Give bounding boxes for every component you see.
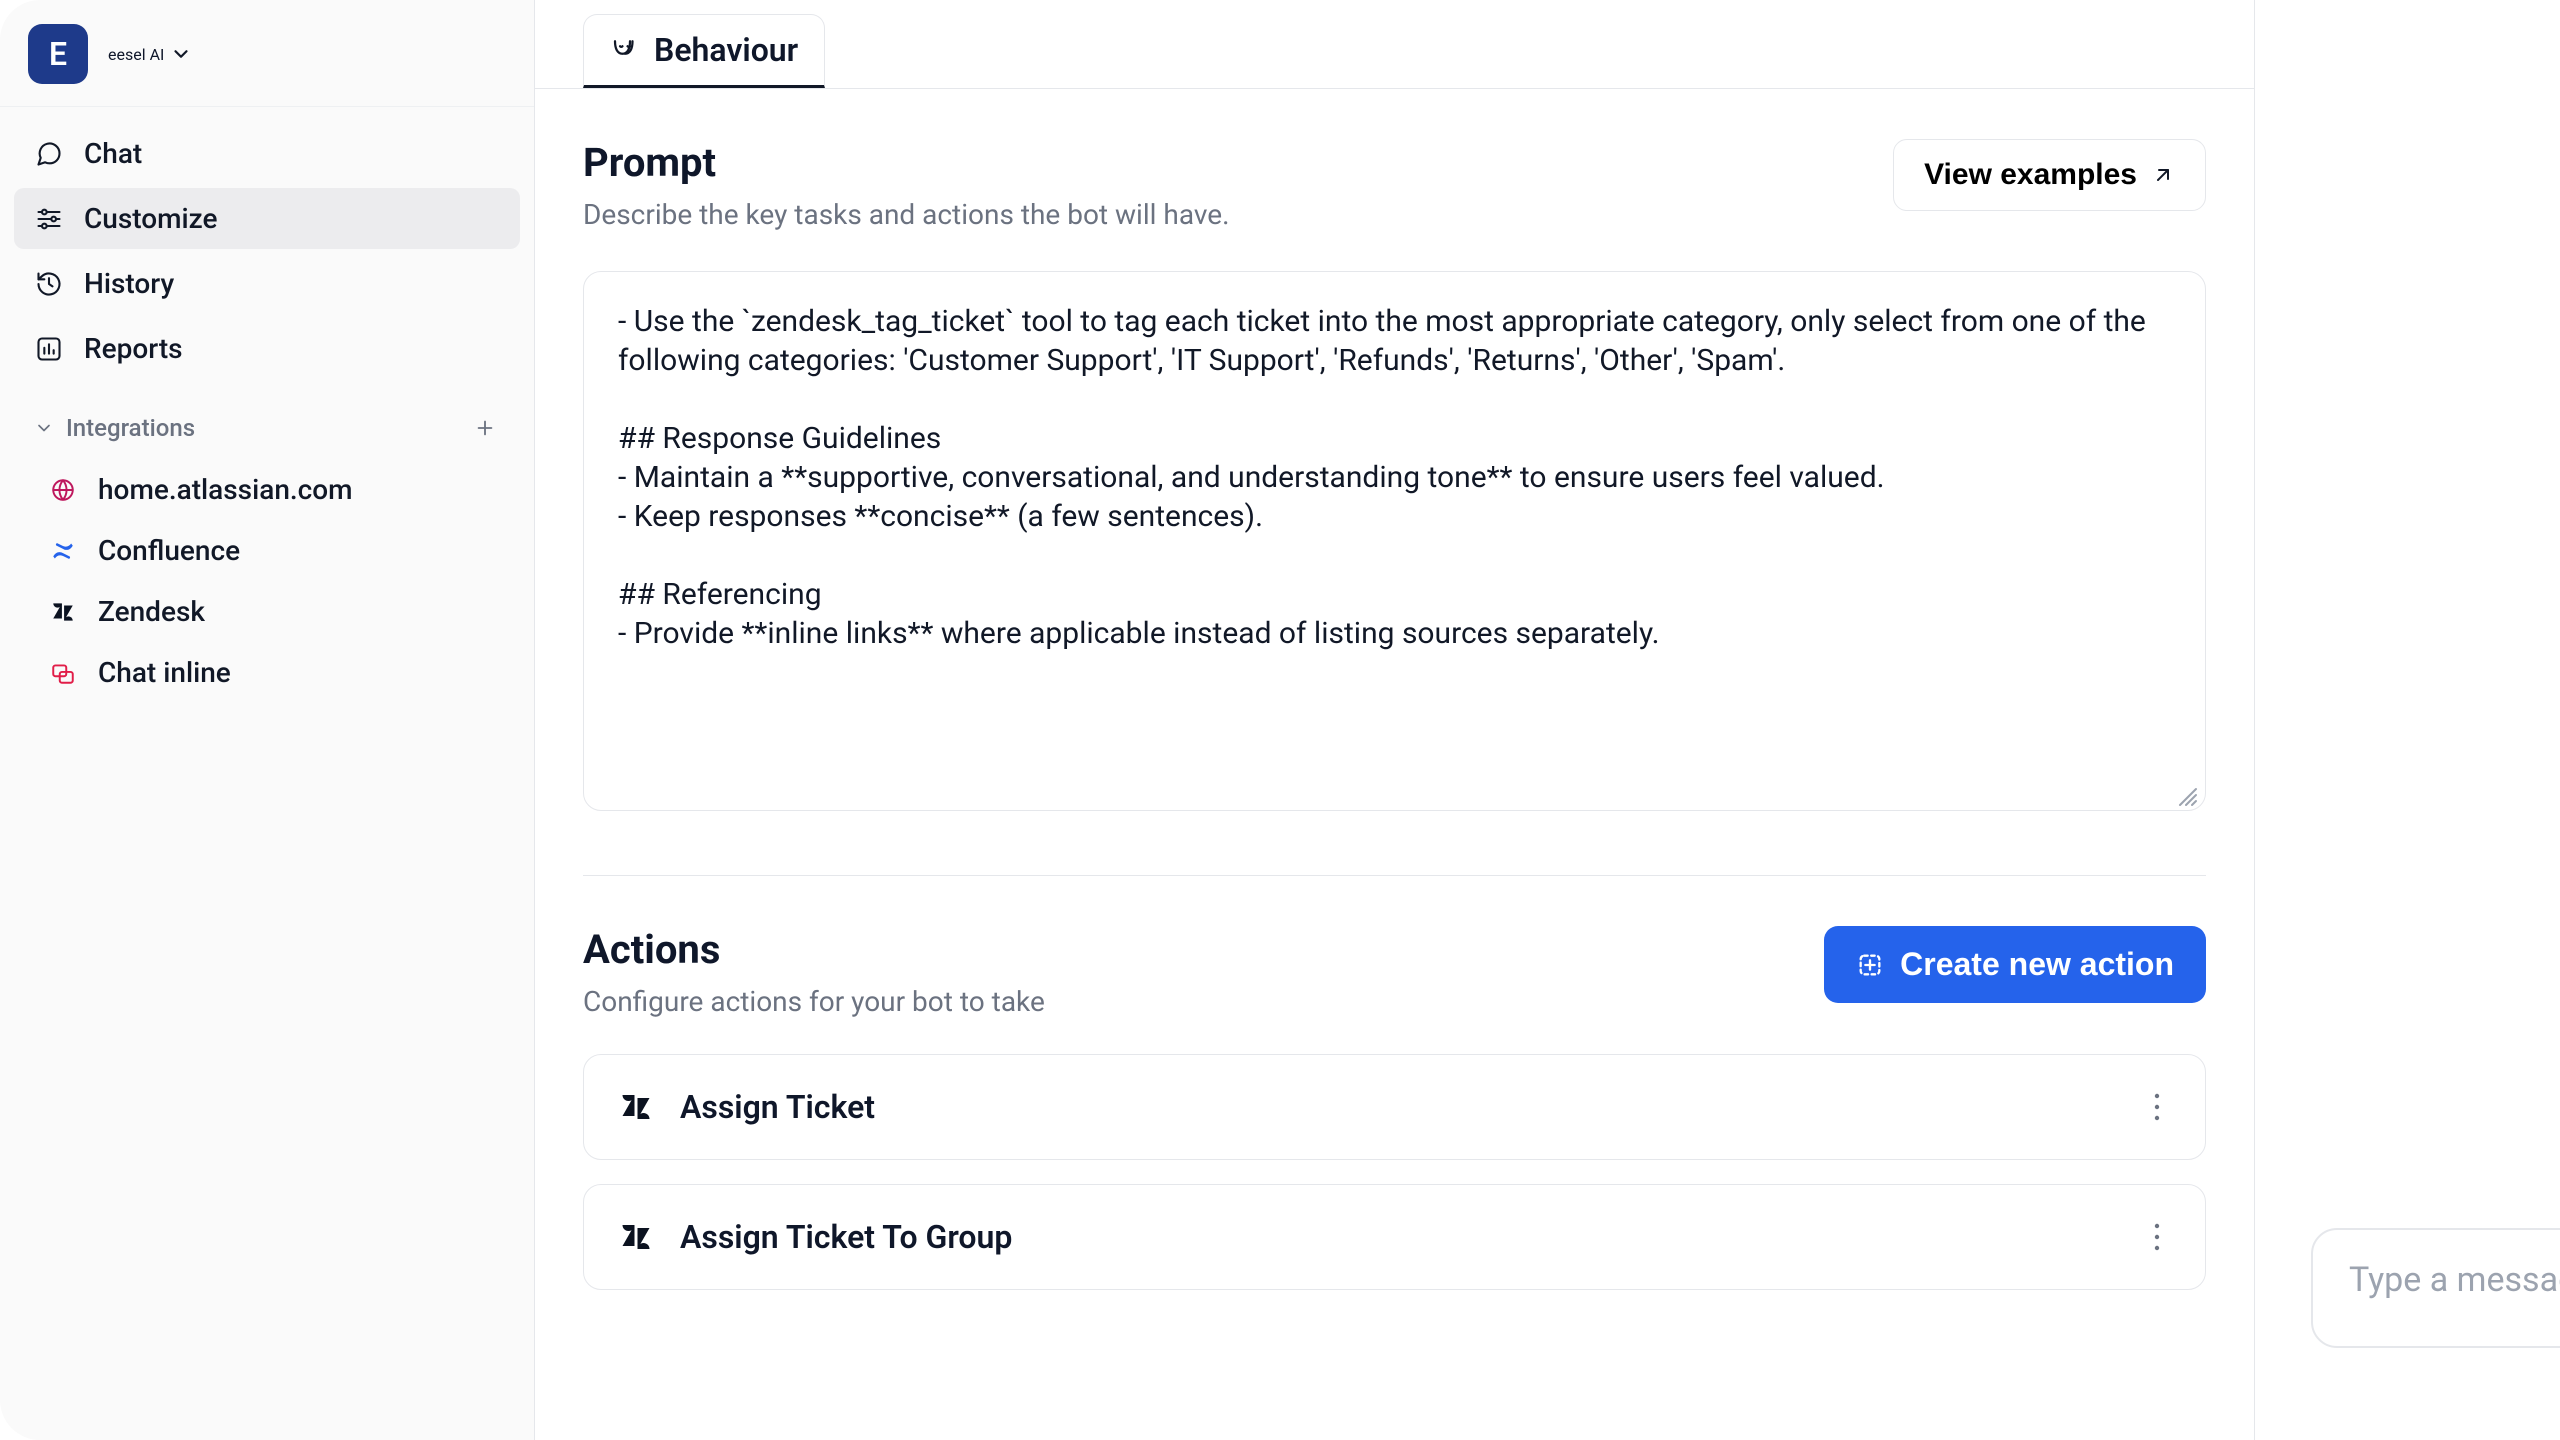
view-examples-label: View examples	[1924, 158, 2137, 192]
chevron-down-icon	[34, 418, 54, 438]
integration-zendesk[interactable]: Zendesk	[28, 583, 506, 640]
nav-reports-label: Reports	[84, 332, 183, 365]
view-examples-button[interactable]: View examples	[1893, 139, 2206, 211]
workspace-name: eesel AI	[108, 43, 192, 65]
integrations-header[interactable]: Integrations	[14, 383, 520, 453]
zendesk-icon	[48, 599, 78, 625]
tab-bar: Behaviour	[535, 0, 2254, 89]
nav-history-label: History	[84, 267, 174, 300]
section-divider	[583, 875, 2206, 876]
integration-zendesk-label: Zendesk	[98, 595, 205, 628]
zendesk-icon	[618, 1219, 654, 1255]
action-card[interactable]: Assign Ticket To Group	[583, 1184, 2206, 1290]
create-action-button[interactable]: Create new action	[1824, 926, 2206, 1003]
chat-icon	[34, 140, 64, 168]
workspace-logo: E	[28, 24, 88, 84]
reports-icon	[34, 335, 64, 363]
arrow-up-right-icon	[2151, 163, 2175, 187]
integration-confluence[interactable]: Confluence	[28, 522, 506, 579]
prompt-title: Prompt	[583, 139, 1230, 186]
nav-customize[interactable]: Customize	[14, 188, 520, 249]
action-menu-button[interactable]	[2143, 1217, 2171, 1257]
nav-chat[interactable]: Chat	[14, 123, 520, 184]
nav-reports[interactable]: Reports	[14, 318, 520, 379]
sparkle-arrows-icon	[1856, 951, 1884, 979]
action-card[interactable]: Assign Ticket	[583, 1054, 2206, 1160]
integration-atlassian[interactable]: home.atlassian.com	[28, 461, 506, 518]
chat-input[interactable]: Type a message	[2311, 1228, 2560, 1348]
add-integration-button[interactable]	[470, 413, 500, 443]
masks-icon	[610, 35, 640, 65]
history-icon	[34, 270, 64, 298]
chat-inline-icon	[48, 660, 78, 686]
main: Behaviour Prompt Describe the key tasks …	[535, 0, 2560, 1440]
integrations-header-label: Integrations	[66, 414, 195, 442]
action-menu-button[interactable]	[2143, 1087, 2171, 1127]
actions-title: Actions	[583, 926, 1045, 973]
primary-nav: Chat Customize History	[0, 107, 534, 705]
sliders-icon	[34, 205, 64, 233]
actions-subtitle: Configure actions for your bot to take	[583, 985, 1045, 1018]
globe-icon	[48, 477, 78, 503]
integrations-list: home.atlassian.com Confluence Zendesk	[14, 457, 520, 705]
action-title: Assign Ticket To Group	[680, 1218, 1012, 1256]
nav-chat-label: Chat	[84, 137, 142, 170]
chat-panel: Type a message	[2255, 0, 2560, 1440]
tab-behaviour-label: Behaviour	[654, 31, 798, 69]
zendesk-icon	[618, 1089, 654, 1125]
actions-list: Assign Ticket Assign Ticket To Group	[583, 1054, 2206, 1290]
nav-history[interactable]: History	[14, 253, 520, 314]
nav-customize-label: Customize	[84, 202, 218, 235]
chevron-down-icon	[170, 43, 192, 65]
prompt-textarea[interactable]	[583, 271, 2206, 811]
integration-chat-inline[interactable]: Chat inline	[28, 644, 506, 701]
prompt-subtitle: Describe the key tasks and actions the b…	[583, 198, 1230, 231]
confluence-icon	[48, 538, 78, 564]
tab-behaviour[interactable]: Behaviour	[583, 14, 825, 88]
integration-chat-inline-label: Chat inline	[98, 656, 231, 689]
integration-atlassian-label: home.atlassian.com	[98, 473, 353, 506]
action-title: Assign Ticket	[680, 1088, 875, 1126]
create-action-label: Create new action	[1900, 946, 2174, 983]
content-column: Behaviour Prompt Describe the key tasks …	[535, 0, 2255, 1440]
sidebar: E eesel AI Chat	[0, 0, 535, 1440]
integration-confluence-label: Confluence	[98, 534, 240, 567]
workspace-switcher[interactable]: E eesel AI	[0, 0, 534, 107]
